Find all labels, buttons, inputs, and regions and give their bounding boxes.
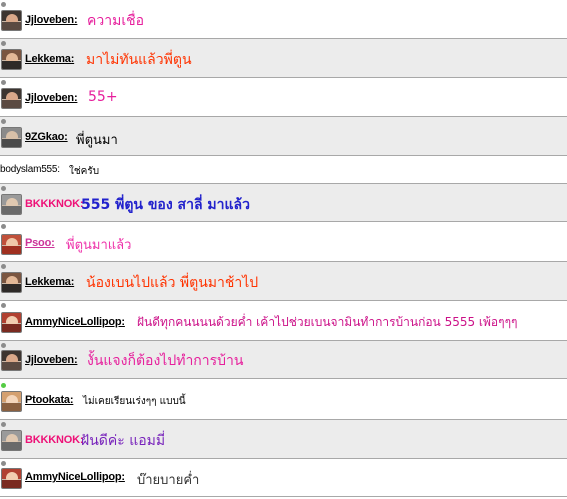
- message-text: ความเชื่อ: [87, 13, 145, 29]
- username-link[interactable]: AmmyNiceLollipop:: [25, 471, 125, 483]
- avatar[interactable]: [1, 391, 22, 412]
- status-dot: [1, 264, 6, 269]
- message-text: น้องเบนไปแล้ว พี่ตูนมาช้าไป: [86, 275, 259, 291]
- username-link[interactable]: Jjloveben:: [25, 354, 78, 366]
- chat-message: BKKKNOK: ฝันดีค่ะ แอมมี่: [0, 420, 567, 459]
- status-dot: [1, 461, 6, 466]
- chat-log: Jjloveben: ความเชื่อ Lekkema: มาไม่ทันแล…: [0, 0, 567, 499]
- avatar[interactable]: [1, 272, 22, 293]
- message-text: ไม่เคยเรียนเร่งๆๆ แบบนี้: [83, 396, 186, 407]
- avatar[interactable]: [1, 194, 22, 215]
- message-text: พี่ตูนมา: [76, 133, 118, 148]
- username-link[interactable]: Jjloveben:: [25, 92, 78, 104]
- chat-message: Ptookata: ไม่เคยเรียนเร่งๆๆ แบบนี้: [0, 379, 567, 420]
- message-text: ใช่ครับ: [69, 166, 100, 177]
- username-link[interactable]: Jjloveben:: [25, 14, 78, 26]
- avatar[interactable]: [1, 430, 22, 451]
- username-link[interactable]: 9ZGkao:: [25, 131, 68, 143]
- status-dot: [1, 80, 6, 85]
- message-text: 55+: [88, 89, 118, 105]
- chat-message: 9ZGkao: พี่ตูนมา: [0, 117, 567, 156]
- avatar[interactable]: [1, 127, 22, 148]
- avatar[interactable]: [1, 88, 22, 109]
- message-text: มาไม่ทันแล้วพี่ตูน: [86, 52, 192, 68]
- chat-message: BKKKNOK: 555 พี่ตูน ของ สาลี่ มาแล้ว: [0, 184, 567, 222]
- avatar[interactable]: [1, 350, 22, 371]
- username-link[interactable]: Lekkema:: [25, 53, 74, 65]
- avatar[interactable]: [1, 10, 22, 31]
- username-link: BKKKNOK:: [25, 198, 84, 210]
- chat-message: AmmyNiceLollipop: บ๊ายบายค่ำ: [0, 459, 567, 497]
- chat-message: AmmyNiceLollipop: ฝันดีทุกคนนนนด้วยค่ำ เ…: [0, 301, 567, 341]
- username-link[interactable]: Psoo:: [25, 237, 55, 249]
- message-text: ฝันดีทุกคนนนนด้วยค่ำ เค้าไปช่วยเบนจามินท…: [137, 315, 518, 329]
- message-text: ฝันดีค่ะ แอมมี่: [81, 433, 166, 449]
- chat-message: bodyslam555: ใช่ครับ: [0, 156, 567, 184]
- status-dot: [1, 41, 6, 46]
- avatar[interactable]: [1, 312, 22, 333]
- chat-message: Jjloveben: ความเชื่อ: [0, 0, 567, 39]
- online-status-dot: [1, 383, 6, 388]
- status-dot: [1, 422, 6, 427]
- message-text: พี่ตูนมาแล้ว: [66, 238, 132, 253]
- chat-message: Jjloveben: 55+: [0, 78, 567, 117]
- avatar[interactable]: [1, 49, 22, 70]
- message-text: 555 พี่ตูน ของ สาลี่ มาแล้ว: [81, 197, 250, 213]
- username-link[interactable]: AmmyNiceLollipop:: [25, 316, 125, 328]
- chat-message: Lekkema: มาไม่ทันแล้วพี่ตูน: [0, 39, 567, 78]
- chat-message: Psoo: พี่ตูนมาแล้ว: [0, 222, 567, 262]
- username-link[interactable]: Lekkema:: [25, 276, 74, 288]
- avatar[interactable]: [1, 468, 22, 489]
- status-dot: [1, 224, 6, 229]
- status-dot: [1, 186, 6, 191]
- chat-message: Lekkema: น้องเบนไปแล้ว พี่ตูนมาช้าไป: [0, 262, 567, 301]
- username: bodyslam555:: [0, 164, 60, 175]
- status-dot: [1, 303, 6, 308]
- message-text: บ๊ายบายค่ำ: [137, 473, 200, 488]
- avatar[interactable]: [1, 234, 22, 255]
- username-link[interactable]: Ptookata:: [25, 394, 74, 406]
- message-text: งั้นแจงก็ต้องไปทำการบ้าน: [87, 353, 244, 369]
- username-link: BKKKNOK:: [25, 434, 84, 446]
- status-dot: [1, 119, 6, 124]
- status-dot: [1, 2, 6, 7]
- chat-message: Jjloveben: งั้นแจงก็ต้องไปทำการบ้าน: [0, 341, 567, 379]
- status-dot: [1, 343, 6, 348]
